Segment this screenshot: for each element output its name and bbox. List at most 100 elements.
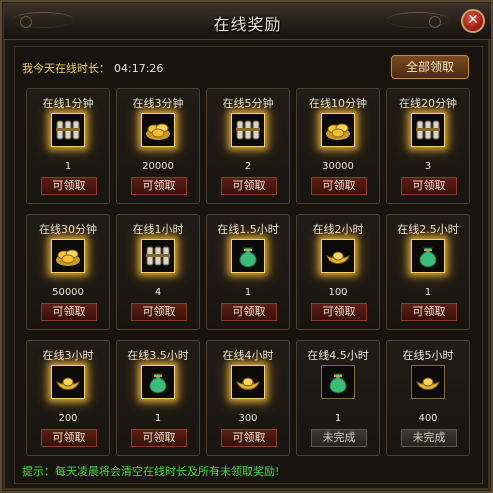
reward-quantity: 30000: [322, 161, 354, 172]
reward-label: 在线1分钟: [42, 97, 94, 110]
close-icon: ✕: [467, 12, 479, 28]
reward-card: 在线2.5小时 1 可领取: [386, 214, 470, 330]
reward-card: 在线5分钟 2 可领取: [206, 88, 290, 204]
reward-quantity: 3: [424, 161, 432, 172]
gold-coins-icon: [54, 242, 82, 270]
reward-quantity: 200: [58, 413, 78, 424]
reward-quantity: 400: [418, 413, 438, 424]
reward-card: 在线30分钟 50000 可领取: [26, 214, 110, 330]
reward-card: 在线4小时 300 可领取: [206, 340, 290, 456]
item-slot[interactable]: [141, 239, 175, 273]
reward-quantity: 1: [334, 413, 342, 424]
green-pouch-icon: [234, 242, 262, 270]
scroll-bundle-icon: [234, 116, 262, 144]
reward-quantity: 1: [154, 413, 162, 424]
claim-button[interactable]: 可领取: [131, 303, 187, 321]
item-slot[interactable]: [231, 239, 265, 273]
item-slot[interactable]: [51, 365, 85, 399]
reward-label: 在线20分钟: [399, 97, 457, 110]
claim-button[interactable]: 可领取: [401, 177, 457, 195]
close-button[interactable]: ✕: [461, 9, 485, 33]
reward-quantity: 1: [64, 161, 72, 172]
claim-button[interactable]: 可领取: [131, 177, 187, 195]
reward-card: 在线1小时 4 可领取: [116, 214, 200, 330]
reward-label: 在线3分钟: [132, 97, 184, 110]
green-pouch-icon: [324, 368, 352, 396]
claim-button[interactable]: 可领取: [41, 429, 97, 447]
tip-text: 提示：每天凌晨将会清空在线时长及所有未领取奖励!: [22, 465, 280, 478]
reward-quantity: 4: [154, 287, 162, 298]
reward-label: 在线4.5小时: [307, 349, 369, 362]
reward-card: 在线1分钟 1 可领取: [26, 88, 110, 204]
reward-label: 在线30分钟: [39, 223, 97, 236]
claim-button[interactable]: 可领取: [221, 303, 277, 321]
reward-quantity: 1: [244, 287, 252, 298]
green-pouch-icon: [414, 242, 442, 270]
reward-label: 在线1小时: [132, 223, 184, 236]
item-slot[interactable]: [411, 365, 445, 399]
green-pouch-icon: [144, 368, 172, 396]
claim-button[interactable]: 可领取: [311, 303, 367, 321]
reward-quantity: 20000: [142, 161, 174, 172]
reward-label: 在线3.5小时: [127, 349, 189, 362]
reward-card: 在线3小时 200 可领取: [26, 340, 110, 456]
right-ornament-icon: [387, 12, 449, 28]
item-slot[interactable]: [231, 113, 265, 147]
reward-quantity: 1: [424, 287, 432, 298]
reward-label: 在线1.5小时: [217, 223, 279, 236]
reward-card: 在线5小时 400 未完成: [386, 340, 470, 456]
gold-ingot-icon: [414, 368, 442, 396]
claim-button[interactable]: 可领取: [131, 429, 187, 447]
online-time-label: 我今天在线时长：: [22, 62, 110, 75]
incomplete-button: 未完成: [311, 429, 367, 447]
reward-quantity: 50000: [52, 287, 84, 298]
scroll-bundle-icon: [414, 116, 442, 144]
claim-button[interactable]: 可领取: [311, 177, 367, 195]
reward-label: 在线4小时: [222, 349, 274, 362]
reward-card: 在线3分钟 20000 可领取: [116, 88, 200, 204]
gold-coins-icon: [324, 116, 352, 144]
item-slot[interactable]: [411, 239, 445, 273]
reward-label: 在线10分钟: [309, 97, 367, 110]
gold-ingot-icon: [54, 368, 82, 396]
item-slot[interactable]: [51, 239, 85, 273]
reward-card: 在线2小时 100 可领取: [296, 214, 380, 330]
item-slot[interactable]: [231, 365, 265, 399]
online-reward-window: 在线奖励 ✕ 我今天在线时长： 04:17:26 全部领取 在线1分钟 1 可领取 在线…: [0, 0, 493, 493]
reward-card: 在线20分钟 3 可领取: [386, 88, 470, 204]
claim-all-button[interactable]: 全部领取: [391, 55, 469, 79]
reward-card: 在线1.5小时 1 可领取: [206, 214, 290, 330]
reward-label: 在线2.5小时: [397, 223, 459, 236]
item-slot[interactable]: [321, 113, 355, 147]
scroll-bundle-icon: [54, 116, 82, 144]
reward-label: 在线3小时: [42, 349, 94, 362]
claim-button[interactable]: 可领取: [221, 177, 277, 195]
online-time: 我今天在线时长： 04:17:26: [22, 60, 163, 76]
title-bar: 在线奖励 ✕: [4, 4, 491, 40]
item-slot[interactable]: [411, 113, 445, 147]
reward-quantity: 2: [244, 161, 252, 172]
gold-coins-icon: [144, 116, 172, 144]
claim-button[interactable]: 可领取: [221, 429, 277, 447]
online-time-value: 04:17:26: [114, 62, 164, 75]
reward-card: 在线10分钟 30000 可领取: [296, 88, 380, 204]
gold-ingot-icon: [234, 368, 262, 396]
item-slot[interactable]: [51, 113, 85, 147]
item-slot[interactable]: [321, 365, 355, 399]
reward-quantity: 300: [238, 413, 258, 424]
item-slot[interactable]: [141, 365, 175, 399]
claim-button[interactable]: 可领取: [41, 303, 97, 321]
reward-label: 在线5分钟: [222, 97, 274, 110]
item-slot[interactable]: [321, 239, 355, 273]
reward-label: 在线2小时: [312, 223, 364, 236]
claim-button[interactable]: 可领取: [41, 177, 97, 195]
item-slot[interactable]: [141, 113, 175, 147]
reward-label: 在线5小时: [402, 349, 454, 362]
reward-quantity: 100: [328, 287, 348, 298]
gold-ingot-icon: [324, 242, 352, 270]
claim-button[interactable]: 可领取: [401, 303, 457, 321]
scroll-bundle-icon: [144, 242, 172, 270]
incomplete-button: 未完成: [401, 429, 457, 447]
reward-card: 在线3.5小时 1 可领取: [116, 340, 200, 456]
reward-card: 在线4.5小时 1 未完成: [296, 340, 380, 456]
